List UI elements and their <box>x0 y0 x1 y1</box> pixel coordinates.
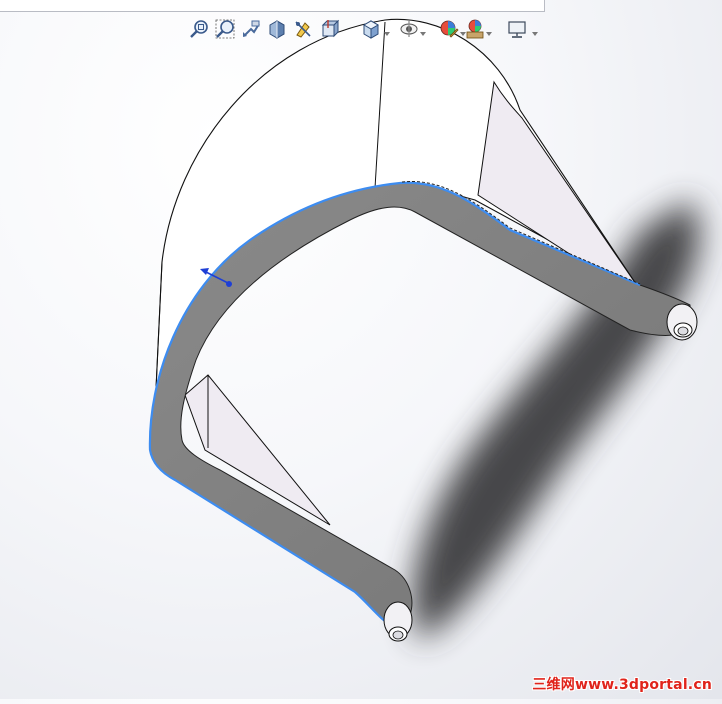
view-settings-icon <box>508 21 526 38</box>
hide-show-items-button[interactable] <box>398 17 420 41</box>
previous-view-icon <box>243 20 260 37</box>
edit-appearance-button[interactable] <box>438 17 460 41</box>
view-settings-dropdown[interactable] <box>532 24 538 36</box>
chevron-down-icon <box>384 32 390 36</box>
watermark: 三维网www.3dportal.cn <box>532 677 712 693</box>
chevron-down-icon <box>532 32 538 36</box>
section-view-icon <box>269 20 285 39</box>
chevron-down-icon <box>420 32 426 36</box>
heads-up-view-toolbar <box>188 17 548 43</box>
pin-joint-left[interactable] <box>383 601 413 642</box>
display-style-icon <box>362 20 380 39</box>
view-settings-button[interactable] <box>506 17 528 41</box>
chevron-down-icon <box>486 32 492 36</box>
edit-appearance-icon <box>440 20 459 38</box>
section-view-button[interactable] <box>266 17 288 41</box>
zoom-to-fit-button[interactable] <box>188 17 210 41</box>
dynamic-annotation-icon <box>295 21 311 38</box>
apply-scene-button[interactable] <box>464 17 486 41</box>
apply-scene-icon <box>466 19 484 39</box>
view-orientation-icon <box>321 19 339 38</box>
pin-joint-right[interactable] <box>666 303 698 341</box>
zoom-to-area-button[interactable] <box>214 17 236 41</box>
graphics-area[interactable] <box>0 0 722 699</box>
hide-show-dropdown[interactable] <box>420 24 426 36</box>
zoom-to-area-icon <box>215 19 235 39</box>
previous-view-button[interactable] <box>240 17 262 41</box>
display-style-button[interactable] <box>360 17 382 41</box>
zoom-to-fit-icon <box>190 20 208 38</box>
dynamic-annotation-views-button[interactable] <box>292 17 314 41</box>
view-orientation-button[interactable] <box>318 17 340 41</box>
display-style-dropdown[interactable] <box>384 24 390 36</box>
hide-show-icon <box>400 21 418 37</box>
apply-scene-dropdown[interactable] <box>486 24 492 36</box>
